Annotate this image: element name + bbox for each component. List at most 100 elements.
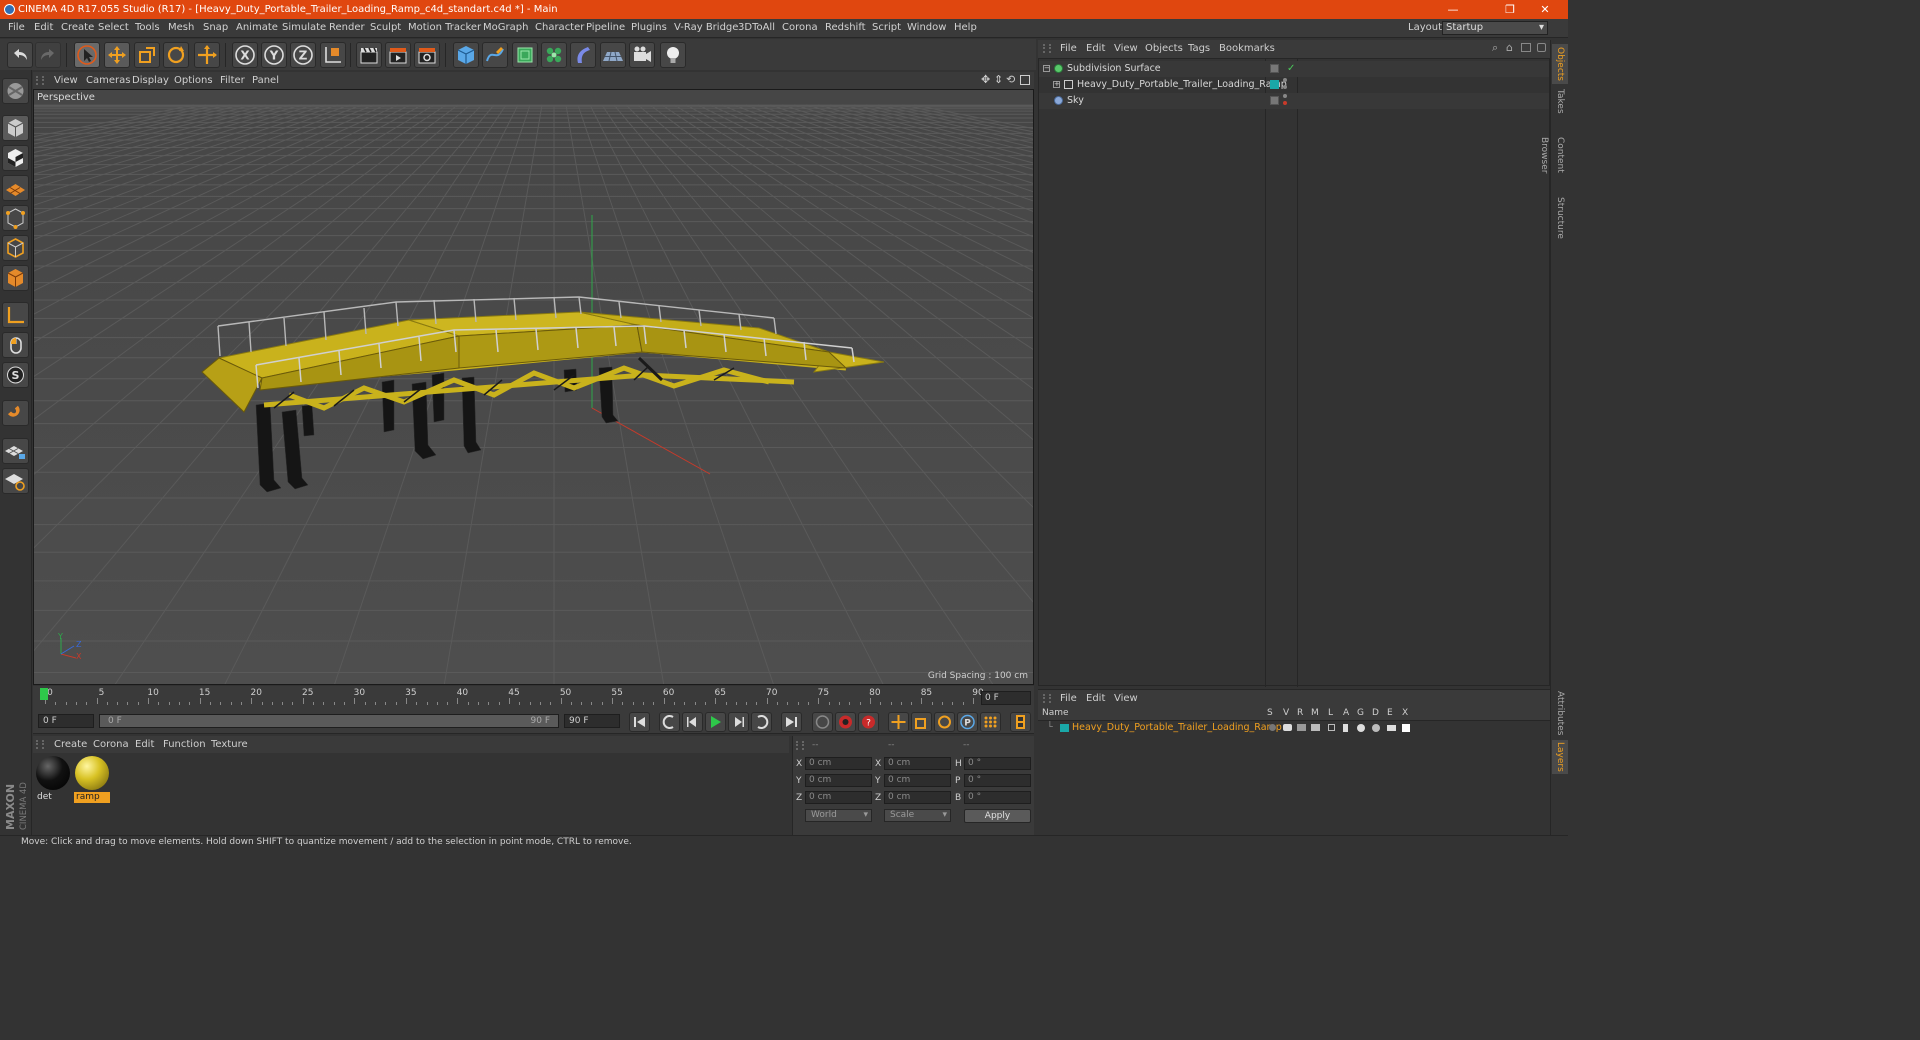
tab-content-browser[interactable]: Content Browser xyxy=(1539,118,1568,192)
z-axis-lock-button[interactable]: Z xyxy=(290,42,316,68)
close-button[interactable]: ✕ xyxy=(1522,0,1568,19)
key-pla-button[interactable] xyxy=(980,712,1001,732)
move-tool-button[interactable] xyxy=(104,42,130,68)
material-menu-corona[interactable]: Corona xyxy=(93,739,129,750)
redo-button[interactable] xyxy=(35,42,61,68)
menu-simulate[interactable]: Simulate xyxy=(282,22,326,33)
rot-h-field[interactable]: 0 ° xyxy=(964,757,1031,770)
maximize-view-icon[interactable] xyxy=(1020,75,1030,85)
menu-create[interactable]: Create xyxy=(61,22,94,33)
collapse-toggle-icon[interactable]: − xyxy=(1043,65,1050,72)
layer-color-swatch[interactable] xyxy=(1060,724,1069,732)
undo-button[interactable] xyxy=(7,42,33,68)
column-manager[interactable]: M xyxy=(1311,708,1319,718)
add-spline-button[interactable] xyxy=(482,42,508,68)
end-frame-field[interactable]: 90 F xyxy=(564,714,620,728)
zoom-view-icon[interactable]: ⇕ xyxy=(994,73,1003,86)
play-button[interactable] xyxy=(705,712,726,732)
size-z-field[interactable]: 0 cm xyxy=(884,791,951,804)
column-deformers[interactable]: D xyxy=(1372,708,1379,718)
add-floor-button[interactable] xyxy=(600,42,626,68)
render-view-button[interactable] xyxy=(356,42,382,68)
menu-window[interactable]: Window xyxy=(907,22,946,33)
generator-icon[interactable] xyxy=(1357,724,1365,732)
goto-start-button[interactable] xyxy=(629,712,650,732)
lm-menu-view[interactable]: View xyxy=(1114,693,1138,704)
menu-plugins[interactable]: Plugins xyxy=(631,22,667,33)
solo-toggle-icon[interactable] xyxy=(1269,724,1276,731)
viewport-menu-options[interactable]: Options xyxy=(174,75,213,86)
column-visible[interactable]: V xyxy=(1283,708,1289,718)
om-menu-edit[interactable]: Edit xyxy=(1086,43,1105,54)
viewport-menu-cameras[interactable]: Cameras xyxy=(86,75,130,86)
menu-animate[interactable]: Animate xyxy=(236,22,278,33)
menu-script[interactable]: Script xyxy=(872,22,901,33)
viewport-menu-filter[interactable]: Filter xyxy=(220,75,245,86)
tab-objects[interactable]: Objects xyxy=(1552,44,1568,84)
home-icon[interactable]: ⌂ xyxy=(1506,41,1513,54)
record-off-button[interactable] xyxy=(812,712,833,732)
rot-b-field[interactable]: 0 ° xyxy=(964,791,1031,804)
menu-mesh[interactable]: Mesh xyxy=(168,22,194,33)
rotate-view-icon[interactable]: ⟲ xyxy=(1006,73,1015,86)
expand-toggle-icon[interactable]: + xyxy=(1053,81,1060,88)
make-editable-button[interactable] xyxy=(2,78,29,104)
edges-mode-button[interactable] xyxy=(2,235,29,261)
previous-key-button[interactable] xyxy=(659,712,680,732)
add-mograph-button[interactable] xyxy=(541,42,567,68)
start-frame-field[interactable]: 0 F xyxy=(38,714,94,728)
size-x-field[interactable]: 0 cm xyxy=(884,757,951,770)
next-frame-button[interactable] xyxy=(728,712,749,732)
layout-select[interactable]: Startup ▾ xyxy=(1442,21,1548,35)
menu-render[interactable]: Render xyxy=(329,22,365,33)
size-mode-select[interactable]: Scale ▾ xyxy=(884,809,951,822)
menu-motion-tracker[interactable]: Motion Tracker xyxy=(408,22,481,33)
previous-frame-button[interactable] xyxy=(682,712,703,732)
rot-p-field[interactable]: 0 ° xyxy=(964,774,1031,787)
menu-help[interactable]: Help xyxy=(954,22,977,33)
viewport-menu-view[interactable]: View xyxy=(54,75,78,86)
lm-menu-edit[interactable]: Edit xyxy=(1086,693,1105,704)
pos-x-field[interactable]: 0 cm xyxy=(805,757,872,770)
snap-button[interactable] xyxy=(2,400,29,426)
lock-panel-icon[interactable] xyxy=(1537,43,1546,52)
tweak-mode-button[interactable] xyxy=(2,332,29,358)
tab-structure[interactable]: Structure xyxy=(1552,196,1568,240)
column-animation[interactable]: A xyxy=(1343,708,1349,718)
material-menu-texture[interactable]: Texture xyxy=(211,739,248,750)
x-axis-lock-button[interactable]: X xyxy=(232,42,258,68)
points-mode-button[interactable] xyxy=(2,205,29,231)
current-frame-field[interactable]: 0 F xyxy=(981,691,1031,705)
add-subdivision-button[interactable] xyxy=(512,42,538,68)
material-menu-create[interactable]: Create xyxy=(54,739,87,750)
workplane-lock-button[interactable] xyxy=(2,438,29,464)
lock-icon[interactable] xyxy=(1328,724,1335,731)
viewport-menu-panel[interactable]: Panel xyxy=(252,75,279,86)
menu-redshift[interactable]: Redshift xyxy=(825,22,866,33)
autokey-button[interactable]: ? xyxy=(858,712,879,732)
layer-row[interactable]: └ Heavy_Duty_Portable_Trailer_Loading_Ra… xyxy=(1038,721,1548,735)
texture-mode-button[interactable] xyxy=(2,145,29,171)
object-row-loading-ramp[interactable]: + Heavy_Duty_Portable_Trailer_Loading_Ra… xyxy=(1039,77,1549,93)
tab-layers[interactable]: Layers xyxy=(1552,740,1568,774)
layer-color-swatch[interactable] xyxy=(1270,80,1279,89)
menu-mograph[interactable]: MoGraph xyxy=(483,22,528,33)
menu-3dtoall[interactable]: 3DToAll xyxy=(738,22,775,33)
deformer-icon[interactable] xyxy=(1372,724,1380,732)
goto-end-button[interactable] xyxy=(781,712,802,732)
object-row-sky[interactable]: Sky xyxy=(1039,93,1549,109)
frame-range-slider[interactable]: 0 F 90 F xyxy=(99,714,559,728)
xref-icon[interactable] xyxy=(1402,724,1410,732)
timeline[interactable]: 0 5 10 15 20 25 30 35 40 45 50 55 60 65 70 75 80 85 90 0 F xyxy=(33,686,1034,710)
menu-edit[interactable]: Edit xyxy=(34,22,53,33)
key-parameter-button[interactable]: P xyxy=(957,712,978,732)
add-camera-button[interactable] xyxy=(629,42,655,68)
playhead-marker[interactable] xyxy=(40,688,48,700)
viewport-menu-display[interactable]: Display xyxy=(132,75,169,86)
material-menu-function[interactable]: Function xyxy=(163,739,206,750)
column-name[interactable]: Name xyxy=(1042,708,1069,718)
solo-mode-button[interactable]: S xyxy=(2,362,29,388)
size-y-field[interactable]: 0 cm xyxy=(884,774,951,787)
rotate-tool-button[interactable] xyxy=(163,42,189,68)
editor-visibility-dot[interactable] xyxy=(1283,78,1287,82)
